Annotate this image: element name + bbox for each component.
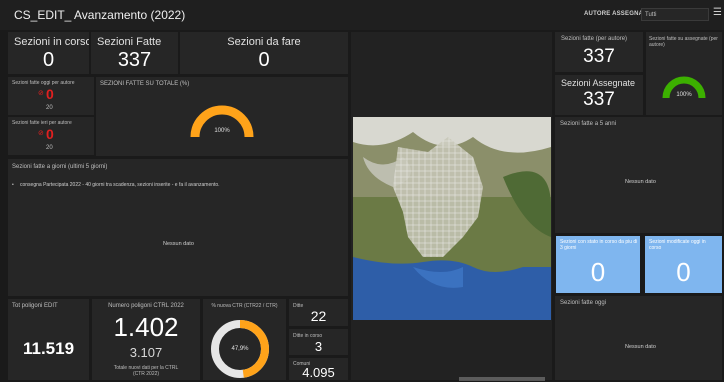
dashboard-header: CS_EDIT_ Avanzamento (2022) AUTORE ASSEG… (0, 0, 724, 30)
kpi-label: Sezioni fatte (per autore) (561, 36, 628, 42)
tile-sub: 20 (46, 145, 53, 151)
tile-value: 0 (676, 257, 691, 287)
kpi-value: 3 (314, 339, 323, 354)
nodata-text: Nessun dato (625, 179, 656, 185)
kpi-ditte-in-corso: Ditte in corso 3 (289, 329, 348, 355)
gauge-value: 100% (214, 128, 230, 134)
kpi-sezioni-fatte: Sezioni Fatte 337 (91, 32, 178, 74)
kpi-label: Sezioni da fare (227, 36, 301, 48)
alert-icon: ⊘ (38, 90, 44, 97)
gauge-chart (662, 76, 706, 99)
alert-icon: ⊘ (38, 130, 44, 137)
tile-title: Sezioni fatte oggi per autore (12, 80, 75, 86)
kpi-value: 4.095 (302, 365, 335, 380)
tile-sub: 20 (46, 105, 53, 111)
gauge-panel-ctr: % nuova CTR (CTR22 / CTR) 47,9% (203, 299, 286, 380)
map-satellite[interactable] (353, 117, 551, 320)
map-image (353, 117, 551, 320)
kpi-value: 337 (583, 46, 615, 67)
tile-title: Sezioni fatte ieri per autore (12, 120, 72, 126)
list-bullet: • (12, 182, 14, 188)
list-item[interactable]: consegna Partecipata 2022 - 40 giorni tr… (20, 182, 220, 188)
kpi-label: Sezioni in corso (14, 36, 89, 48)
kpi-label: Tot poligoni EDIT (12, 303, 58, 309)
gauge-panel-percent: SEZIONI FATTE SU TOTALE (%) 100% (96, 77, 348, 156)
panel-fatte-5-anni: Sezioni fatte a 5 anni Nessun dato (555, 117, 722, 233)
kpi-value: 1.402 (113, 312, 179, 342)
tile-modificate-oggi: Sezioni modificate oggi in corso 0 (645, 236, 722, 293)
kpi-label: Sezioni Assegnate (561, 78, 636, 88)
kpi-sezioni-in-corso: Sezioni in corso 0 (8, 32, 89, 74)
kpi-sub-value: 3.107 (129, 345, 163, 360)
kpi-sezioni-da-fare: Sezioni da fare 0 (180, 32, 348, 74)
gauge-value: 47,9% (231, 346, 249, 352)
kpi-value: 22 (310, 308, 327, 324)
nodata-text: Nessun dato (163, 241, 194, 247)
tile-fatte-ieri: Sezioni fatte ieri per autore ⊘ 0 20 (8, 117, 94, 155)
tile-value: 0 (590, 257, 606, 287)
kpi-sub-label: Totale nuovi dati per la CTRL (CTR 2022) (113, 365, 179, 377)
panel-title: Sezioni fatte a 5 anni (560, 121, 617, 127)
gauge-chart (211, 320, 269, 378)
dashboard-title: CS_EDIT_ Avanzamento (2022) (14, 8, 186, 22)
kpi-fatte-autore: Sezioni fatte (per autore) 337 (555, 32, 643, 72)
kpi-label: Sezioni Fatte (97, 36, 162, 48)
kpi-label: Numero poligoni CTRL 2022 (108, 303, 184, 309)
kpi-numero-poligoni: Numero poligoni CTRL 2022 1.402 3.107 To… (92, 299, 200, 380)
tile-value: 0 (46, 126, 54, 142)
kpi-value: 337 (117, 49, 152, 71)
kpi-comuni: Comuni 4.095 (289, 358, 348, 380)
nodata-text: Nessun dato (625, 344, 656, 350)
tile-title: Sezioni con stato in corso da piu di 3 g… (560, 239, 638, 251)
kpi-value: 337 (583, 89, 615, 110)
panel-title: Sezioni fatte a giorni (ultimi 5 giorni) (12, 164, 108, 170)
list-panel: Sezioni fatte a giorni (ultimi 5 giorni)… (8, 159, 348, 296)
kpi-poligoni: Tot poligoni EDIT 11.519 (8, 299, 89, 380)
hamburger-icon[interactable]: ☰ (713, 7, 722, 18)
tile-in-corso-3-giorni: Sezioni con stato in corso da piu di 3 g… (556, 236, 640, 293)
map-attribution (459, 377, 545, 381)
tile-title: Sezioni modificate oggi in corso (649, 239, 706, 251)
kpi-value: 11.519 (22, 339, 75, 358)
gauge-value: 100% (676, 92, 692, 98)
tile-fatte-oggi: Sezioni fatte oggi per autore ⊘ 0 20 (8, 77, 94, 115)
panel-fatte-oggi: Sezioni fatte oggi Nessun dato (555, 296, 722, 380)
kpi-value: 0 (258, 49, 270, 71)
kpi-value: 0 (42, 49, 55, 71)
author-filter-select[interactable]: Tutti (641, 8, 709, 21)
gauge-chart (190, 105, 254, 138)
gauge-panel-autore: Sezioni fatte su assegnate (per autore) … (646, 32, 722, 115)
kpi-ditte: Ditte 22 (289, 299, 348, 326)
kpi-assegnate: Sezioni Assegnate 337 (555, 75, 643, 115)
panel-title: Sezioni fatte oggi (560, 300, 607, 306)
tile-value: 0 (46, 86, 54, 102)
